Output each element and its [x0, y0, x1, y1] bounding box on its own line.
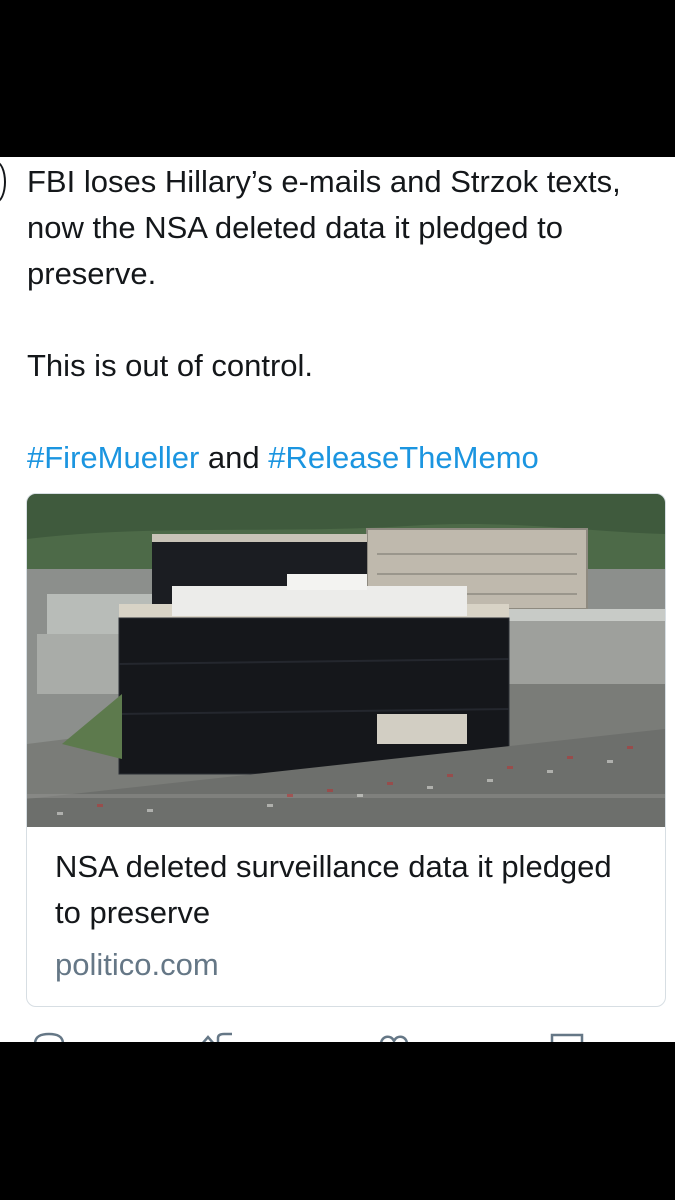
retweet-icon[interactable]	[198, 1032, 238, 1042]
share-icon[interactable]	[550, 1032, 584, 1042]
like-icon[interactable]	[377, 1032, 411, 1042]
tweet-hashtags: #FireMueller and #ReleaseTheMemo	[27, 435, 657, 481]
bottom-letterbox	[0, 1042, 675, 1200]
link-card[interactable]: NSA deleted surveillance data it pledged…	[26, 493, 666, 1007]
tweet-line-1: FBI loses Hillary’s e-mails and Strzok t…	[27, 164, 621, 291]
nsa-headquarters-photo	[27, 494, 665, 827]
reply-icon[interactable]	[32, 1032, 66, 1042]
hashtag-firemueller[interactable]: #FireMueller	[27, 440, 199, 475]
tweet-view: FBI loses Hillary’s e-mails and Strzok t…	[0, 157, 675, 1042]
tweet-actions	[0, 1032, 675, 1042]
card-domain: politico.com	[55, 947, 219, 982]
card-title[interactable]: NSA deleted surveillance data it pledged…	[55, 844, 645, 936]
avatar[interactable]	[0, 161, 6, 203]
hashtag-releasethememo[interactable]: #ReleaseTheMemo	[268, 440, 539, 475]
top-letterbox	[0, 0, 675, 157]
tweet-text: FBI loses Hillary’s e-mails and Strzok t…	[27, 159, 657, 481]
tweet-line-2: This is out of control.	[27, 348, 314, 383]
hashtag-connector: and	[207, 440, 260, 475]
